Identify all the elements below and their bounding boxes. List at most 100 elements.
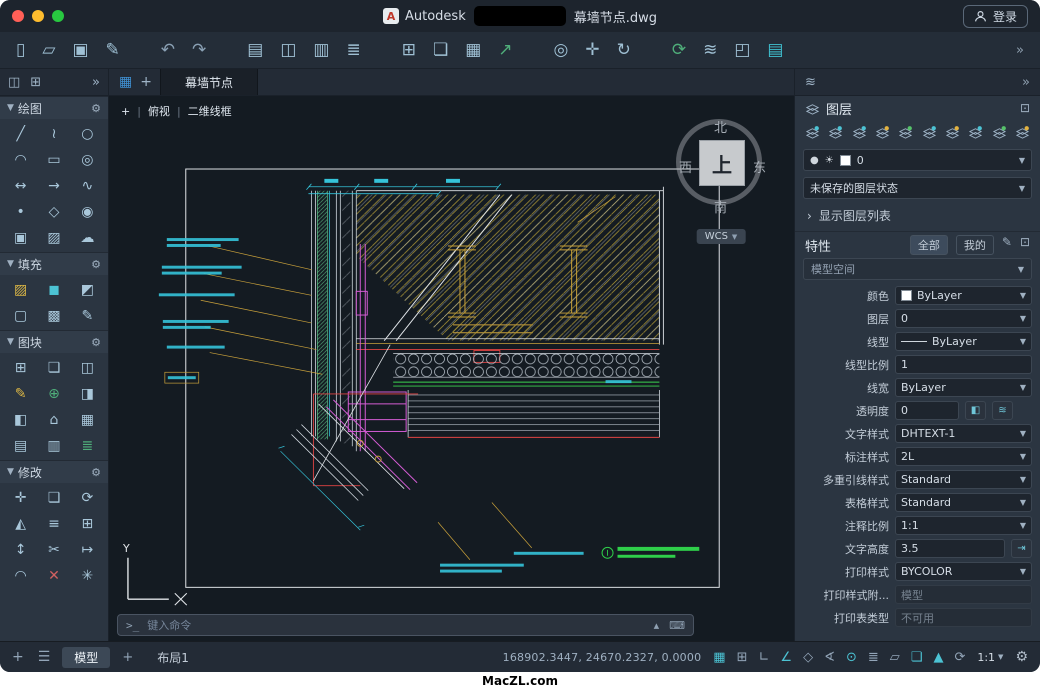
panel-overflow-chevron-icon[interactable]: » xyxy=(1022,75,1030,90)
set-base-point-tool[interactable]: ⌂ xyxy=(41,408,67,431)
define-attribute-tool[interactable]: ◨ xyxy=(74,382,100,405)
layer-freeze-icon[interactable] xyxy=(850,122,869,142)
property-value-dropdown[interactable]: Standard ▼ xyxy=(895,493,1032,512)
save-icon[interactable]: ▣ xyxy=(72,42,88,59)
page-setup-icon[interactable]: ▥ xyxy=(313,42,329,59)
filter-mine-button[interactable]: 我的 xyxy=(956,235,994,255)
property-value-dropdown[interactable]: DHTEXT-1 ▼ xyxy=(895,424,1032,443)
section-settings-icon[interactable]: ⚙ xyxy=(91,102,101,115)
viewport-config-icon[interactable]: ◫ xyxy=(8,75,20,90)
edit-properties-icon[interactable]: ✎ xyxy=(1002,235,1012,255)
zoom-window-button[interactable] xyxy=(52,10,64,22)
property-aux-button[interactable] xyxy=(992,401,1013,420)
region-tool[interactable]: ▣ xyxy=(8,226,34,249)
layer-on-all-icon[interactable] xyxy=(896,122,915,142)
save-as-icon[interactable]: ✎ xyxy=(106,42,120,59)
layer-lock-icon[interactable] xyxy=(873,122,892,142)
property-value-dropdown[interactable]: ByLayer ▼ xyxy=(895,286,1032,305)
sheet-set-icon[interactable]: ▤ xyxy=(767,42,783,59)
trim-tool[interactable]: ✂ xyxy=(41,538,67,561)
offset-tool[interactable]: ≡ xyxy=(41,512,67,535)
compass-east[interactable]: 东 xyxy=(753,157,766,176)
zoom-icon[interactable]: ◎ xyxy=(554,42,569,59)
section-draw-header[interactable]: ▼ 绘图 ⚙ xyxy=(0,96,108,119)
wipeout-tool[interactable]: ▨ xyxy=(41,226,67,249)
wcs-dropdown[interactable]: WCS ▼ xyxy=(697,229,746,244)
section-block-header[interactable]: ▼ 图块 ⚙ xyxy=(0,330,108,353)
section-settings-icon[interactable]: ⚙ xyxy=(91,336,101,349)
section-settings-icon[interactable]: ⚙ xyxy=(91,466,101,479)
expand-history-icon[interactable]: ▴ xyxy=(654,619,660,632)
layer-states-selector[interactable]: 未保存的图层状态 ▼ xyxy=(803,177,1032,199)
rotate-tool[interactable]: ⟳ xyxy=(74,486,100,509)
space-selector[interactable]: 模型空间 ▼ xyxy=(803,258,1032,280)
polygon-tool[interactable]: ◇ xyxy=(41,200,67,223)
viewport-menu-control[interactable]: + xyxy=(121,105,130,118)
property-value-dropdown[interactable]: ByLayer ▼ xyxy=(895,332,1032,351)
layer-thaw-icon[interactable] xyxy=(919,122,938,142)
pdf-underlay-tool[interactable]: ▥ xyxy=(41,434,67,457)
new-drawing-tab-button[interactable]: + xyxy=(140,74,152,90)
hatch-tool[interactable]: ▨ xyxy=(8,278,34,301)
dock-panel-icon[interactable]: ⊡ xyxy=(1020,101,1030,115)
new-layout-button[interactable]: + xyxy=(122,650,133,665)
property-value-dropdown[interactable]: 3.5 ▼ xyxy=(895,539,1005,558)
layout1-tab[interactable]: 布局1 xyxy=(145,647,201,668)
grid-icon[interactable]: ▦ xyxy=(713,651,725,664)
minimize-window-button[interactable] xyxy=(32,10,44,22)
polyline-tool[interactable]: ≀ xyxy=(41,122,67,145)
new-file-icon[interactable]: ▯ xyxy=(16,42,25,59)
revision-cloud-tool[interactable]: ☁ xyxy=(74,226,100,249)
property-value-dropdown[interactable]: 0 ▼ xyxy=(895,401,959,420)
circle-tool[interactable]: ○ xyxy=(74,122,100,145)
copy-tool[interactable]: ❏ xyxy=(41,486,67,509)
model-tab[interactable]: 模型 xyxy=(62,647,110,668)
command-input[interactable]: >_ 键入命令 ▴ ⌨ xyxy=(117,614,694,636)
attach-xref-icon[interactable]: ❏ xyxy=(433,42,448,59)
annotation-visibility-icon[interactable]: ▲ xyxy=(933,651,943,664)
viewcube-top-face[interactable]: 上 xyxy=(699,140,745,186)
property-value-dropdown[interactable]: 不可用 ▼ xyxy=(895,608,1032,627)
array-tool[interactable]: ⊞ xyxy=(74,512,100,535)
start-tab-grid-icon[interactable]: ▦ xyxy=(119,74,132,90)
ortho-icon[interactable]: ∟ xyxy=(759,651,770,664)
export-icon[interactable]: ↗ xyxy=(498,42,512,59)
section-modify-header[interactable]: ▼ 修改 ⚙ xyxy=(0,460,108,483)
add-icon[interactable]: + xyxy=(12,649,24,665)
line-tool[interactable]: ╱ xyxy=(8,122,34,145)
layer-isolate-icon[interactable] xyxy=(826,122,845,142)
open-file-icon[interactable]: ▱ xyxy=(42,42,55,59)
arc-tool[interactable]: ◠ xyxy=(8,148,34,171)
drawing-canvas[interactable]: + | 俯视 | 二维线框 xyxy=(109,96,794,613)
move-tool[interactable]: ✛ xyxy=(8,486,34,509)
autoscale-icon[interactable]: ⟳ xyxy=(954,651,965,664)
boundary-tool[interactable]: ▢ xyxy=(8,304,34,327)
property-value-dropdown[interactable]: 0 ▼ xyxy=(895,309,1032,328)
gradient-tool[interactable]: ◩ xyxy=(74,278,100,301)
keyboard-icon[interactable]: ⌨ xyxy=(669,619,685,632)
show-layer-list[interactable]: › 显示图层列表 xyxy=(795,202,1040,232)
spline-tool[interactable]: ∿ xyxy=(74,174,100,197)
plot-icon[interactable]: ▤ xyxy=(247,42,263,59)
layer-walk-icon[interactable] xyxy=(989,122,1008,142)
xline-tool[interactable]: ↔ xyxy=(8,174,34,197)
login-button[interactable]: 登录 xyxy=(963,5,1028,28)
erase-tool[interactable]: ✕ xyxy=(41,564,67,587)
undo-icon[interactable]: ↶ xyxy=(161,42,175,59)
property-value-dropdown[interactable]: 2L ▼ xyxy=(895,447,1032,466)
filter-all-button[interactable]: 全部 xyxy=(910,235,948,255)
tool-palettes-icon[interactable]: ◰ xyxy=(734,42,750,59)
insert-block-icon[interactable]: ⊞ xyxy=(402,42,416,59)
property-aux-button[interactable] xyxy=(965,401,986,420)
plot-preview-icon[interactable]: ◫ xyxy=(280,42,296,59)
visual-style-control[interactable]: 二维线框 xyxy=(188,103,232,119)
property-value-dropdown[interactable]: 1:1 ▼ xyxy=(895,516,1032,535)
settings-gear-icon[interactable]: ⚙ xyxy=(1015,649,1028,665)
property-value-dropdown[interactable]: 1 ▼ xyxy=(895,355,1032,374)
redo-icon[interactable]: ↷ xyxy=(192,42,206,59)
layer-unlock-icon[interactable] xyxy=(943,122,962,142)
close-window-button[interactable] xyxy=(12,10,24,22)
view-control[interactable]: 俯视 xyxy=(148,103,170,119)
compass-north[interactable]: 北 xyxy=(714,117,727,136)
palette-grid-icon[interactable]: ⊞ xyxy=(30,75,41,90)
